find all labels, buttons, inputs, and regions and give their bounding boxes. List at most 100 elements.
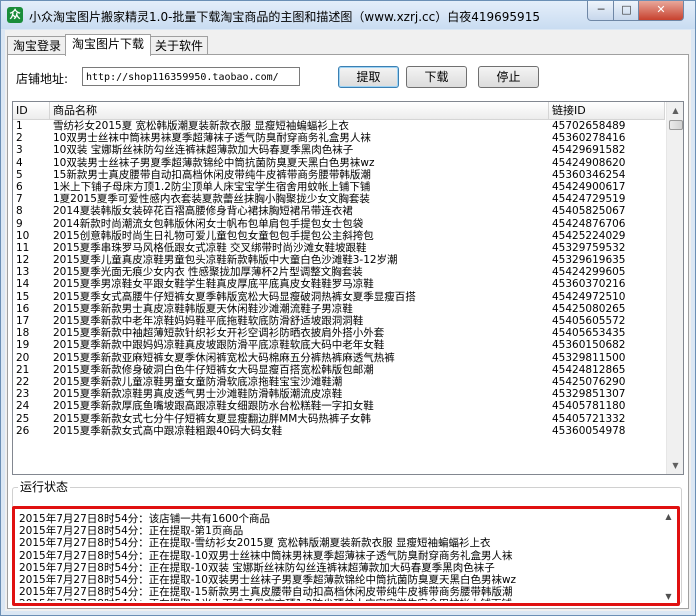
row-id: 26 [16,424,30,437]
table-row[interactable]: 24 2015夏季新款厚底鱼嘴坡跟高跟凉鞋女细跟防水台松糕鞋一字扣女鞋 454057… [13,400,665,412]
row-id: 14 [16,278,30,291]
row-link-id: 45329759532 [552,241,626,254]
row-name: 雪纺衫女2015夏 宽松韩版潮夏装新款衣服 显瘦短袖蝙蝠衫上衣 [53,120,349,132]
table-row[interactable]: 3 10双装 宝娜斯丝袜防勾丝连裤袜超薄款加大码春夏季黑肉色袜子 454296915… [13,144,665,156]
row-name: 2015夏季新款儿童凉鞋男童女童防滑软底凉拖鞋宝宝沙滩鞋潮 [53,375,343,388]
table-row[interactable]: 9 2014新款时尚潮流女包韩版休闲女士帆布包单肩包手提包女士包袋 45424876… [13,218,665,230]
column-header-link[interactable]: 链接ID [549,102,665,119]
log-output[interactable]: 2015年7月27日8时54分：该店铺一共有1600个商品 2015年7月27日8… [19,513,659,601]
row-id: 11 [16,241,30,254]
stop-button[interactable]: 停止 [478,66,539,88]
row-id: 13 [16,266,30,279]
row-name: 10双装 宝娜斯丝袜防勾丝连裤袜超薄款加大码春夏季黑肉色袜子 [53,144,354,157]
fetch-button[interactable]: 提取 [338,66,399,88]
minimize-button[interactable]: ─ [587,1,615,21]
row-link-id: 45360054978 [552,424,626,437]
shop-url-input[interactable]: http://shop116359950.taobao.com/ [82,67,300,86]
row-link-id: 45702658489 [552,120,626,132]
table-row[interactable]: 10 2015创意韩版时尚生日礼物可爱儿童包包女童包包手提包公主斜挎包 454252… [13,230,665,242]
url-label: 店铺地址: [16,72,69,86]
download-button[interactable]: 下载 [406,66,467,88]
row-link-id: 45360278416 [552,132,626,145]
row-id: 19 [16,339,30,352]
table-row[interactable]: 4 10双装男士丝袜子男夏季超薄款锦纶中筒抗菌防臭夏天黑白色男袜wz 4542490… [13,157,665,169]
maximize-button[interactable]: □ [613,1,640,21]
row-link-id: 45360150682 [552,339,626,352]
table-row[interactable]: 19 2015夏季新款中跟妈妈凉鞋真皮坡跟防滑平底凉鞋软底大码中老年女鞋 45360… [13,339,665,351]
row-name: 2015夏季新款修身破洞白色牛仔短裤女大码显瘦百搭宽松韩版包邮潮 [53,363,374,376]
log-scroll-down-icon[interactable]: ▼ [662,591,675,603]
scroll-down-icon[interactable]: ▼ [667,457,683,474]
table-row[interactable]: 22 2015夏季新款儿童凉鞋男童女童防滑软底凉拖鞋宝宝沙滩鞋潮 454250762… [13,376,665,388]
tab-about[interactable]: 关于软件 [150,36,208,55]
row-name: 2015夏季儿童真皮凉鞋男童包头凉鞋新款韩版中大童白色沙滩鞋3-12岁潮 [53,254,398,267]
table-row[interactable]: 20 2015夏季新款亚麻短裤女夏季休闲裤宽松大码棉麻五分裤热裤麻透气热裤 4532… [13,352,665,364]
row-link-id: 45424900617 [552,180,626,193]
table-row[interactable]: 11 2015夏季串珠罗马风格低跟女式凉鞋 交叉绑带时尚沙滩女鞋坡跟鞋 453297… [13,242,665,254]
row-id: 23 [16,388,30,401]
row-link-id: 45424908620 [552,156,626,169]
table-row[interactable]: 8 2014夏装韩版女装碎花百褶高腰修身背心裙抹胸短裙吊带连衣裙 454058250… [13,205,665,217]
column-header-name[interactable]: 商品名称 [50,102,549,119]
row-id: 24 [16,400,30,413]
row-id: 5 [16,168,23,181]
column-header-id[interactable]: ID [13,102,50,119]
status-group: 运行状态 2015年7月27日8时54分：该店铺一共有1600个商品 2015年7… [12,480,682,606]
scroll-up-icon[interactable]: ▲ [667,102,683,119]
row-name: 2015夏季女式高腰牛仔短裤女夏季韩版宽松大码显瘦破洞热裤女夏季显瘦百搭 [53,290,416,303]
status-group-title: 运行状态 [18,480,71,494]
row-id: 6 [16,180,23,193]
table-row[interactable]: 2 10双男士丝袜中筒袜男袜夏季超薄袜子透气防臭耐穿商务礼盒男人袜 45360278… [13,132,665,144]
row-name: 2014新款时尚潮流女包韩版休闲女士帆布包单肩包手提包女士包袋 [53,217,364,230]
tab-login[interactable]: 淘宝登录 [7,36,67,55]
table-row[interactable]: 6 1米上下铺子母床方顶1.2防尘顶单人床宝宝学生宿舍用蚊帐上铺下铺 4542490… [13,181,665,193]
row-name: 2015夏季新款中跟妈妈凉鞋真皮坡跟防滑平底凉鞋软底大码中老年女鞋 [53,339,385,352]
product-list[interactable]: ID 商品名称 链接ID 1 雪纺衫女2015夏 宽松韩版潮夏装新款衣服 显瘦短袖… [12,101,684,475]
row-name: 2015夏季新款中老年凉鞋妈妈鞋平底拖鞋软底防滑舒适坡跟洞洞鞋 [53,315,364,327]
tab-image-download[interactable]: 淘宝图片下载 [65,34,151,56]
row-name: 2015夏季串珠罗马风格低跟女式凉鞋 交叉绑带时尚沙滩女鞋坡跟鞋 [53,241,367,254]
row-link-id: 45405605572 [552,315,626,327]
log-scroll-up-icon[interactable]: ▲ [662,511,675,523]
log-scrollbar[interactable]: ▲ ▼ [662,511,675,601]
table-row[interactable]: 25 2015夏季新款女式七分牛仔短裤女夏显瘦翻边胖MM大码热裤子女韩 454057… [13,413,665,425]
row-id: 8 [16,205,23,218]
log-highlight-box: 2015年7月27日8时54分：该店铺一共有1600个商品 2015年7月27日8… [12,506,680,606]
row-id: 16 [16,302,30,315]
row-id: 25 [16,412,30,425]
list-header: ID 商品名称 链接ID [13,102,665,120]
row-id: 18 [16,327,30,340]
table-row[interactable]: 21 2015夏季新款修身破洞白色牛仔短裤女大码显瘦百搭宽松韩版包邮潮 454248… [13,364,665,376]
row-link-id: 45405653435 [552,327,626,340]
scroll-thumb[interactable] [669,120,683,130]
table-row[interactable]: 18 2015夏季新款中袖超薄短款针织衫女开衫空调衫防晒衣披肩外搭小外套 45405… [13,327,665,339]
table-row[interactable]: 14 2015夏季男凉鞋女平跟女鞋学生鞋真皮厚底平底真皮女鞋鞋罗马凉鞋 453603… [13,278,665,290]
window-title: 小众淘宝图片搬家精灵1.0-批量下载淘宝商品的主图和描述图（www.xzrj.c… [29,10,540,24]
row-id: 15 [16,290,30,303]
table-row[interactable]: 5 15新款男士真皮腰带自动扣高档休闲皮带纯牛皮裤带商务腰带韩版潮 45360346… [13,169,665,181]
table-row[interactable]: 1 雪纺衫女2015夏 宽松韩版潮夏装新款衣服 显瘦短袖蝙蝠衫上衣 45702658… [13,120,665,132]
close-button[interactable]: ✕ [638,1,684,21]
row-name: 2015夏季新款中袖超薄短款针织衫女开衫空调衫防晒衣披肩外搭小外套 [53,327,385,340]
table-row[interactable]: 13 2015夏季光面无痕少女内衣 性感聚拢加厚薄杯2片型调整文胸套装 454242… [13,266,665,278]
row-id: 17 [16,315,30,327]
table-row[interactable]: 7 1夏2015夏季可爱性感内衣套装夏款蕾丝抹胸小胸聚拢少女文胸套装 4542472… [13,193,665,205]
table-row[interactable]: 23 2015夏季新款凉鞋男真皮透气男士沙滩鞋防滑韩版潮流皮凉鞋 453298513… [13,388,665,400]
row-name: 2014夏装韩版女装碎花百褶高腰修身背心裙抹胸短裙吊带连衣裙 [53,205,353,218]
table-row[interactable]: 16 2015夏季新款男士真皮凉鞋韩版夏天休闲鞋沙滩潮流鞋子男凉鞋 45425080… [13,303,665,315]
table-row[interactable]: 17 2015夏季新款中老年凉鞋妈妈鞋平底拖鞋软底防滑舒适坡跟洞洞鞋 4540560… [13,315,665,327]
log-line: 2015年7月27日8时54分：正在提取-第1页商品 [19,525,244,538]
table-row[interactable]: 15 2015夏季女式高腰牛仔短裤女夏季韩版宽松大码显瘦破洞热裤女夏季显瘦百搭 45… [13,291,665,303]
row-id: 1 [16,120,23,132]
table-row[interactable]: 12 2015夏季儿童真皮凉鞋男童包头凉鞋新款韩版中大童白色沙滩鞋3-12岁潮 45… [13,254,665,266]
row-link-id: 45424876706 [552,217,626,230]
title-bar[interactable]: 众 小众淘宝图片搬家精灵1.0-批量下载淘宝商品的主图和描述图（www.xzrj… [1,1,695,29]
row-link-id: 45424972510 [552,290,626,303]
row-name: 2015夏季男凉鞋女平跟女鞋学生鞋真皮厚底平底真皮女鞋鞋罗马凉鞋 [53,278,374,291]
row-name: 15新款男士真皮腰带自动扣高档休闲皮带纯牛皮裤带商务腰带韩版潮 [53,168,371,181]
row-name: 1夏2015夏季可爱性感内衣套装夏款蕾丝抹胸小胸聚拢少女文胸套装 [53,193,370,206]
list-scrollbar[interactable]: ▲ ▼ [666,102,683,474]
client-area: 淘宝登录 淘宝图片下载 关于软件 店铺地址: http://shop116359… [5,30,691,611]
row-link-id: 45424299605 [552,266,626,279]
table-row[interactable]: 26 2015夏季新款女式高中跟凉鞋粗跟40码大码女鞋 45360054978 [13,425,665,437]
